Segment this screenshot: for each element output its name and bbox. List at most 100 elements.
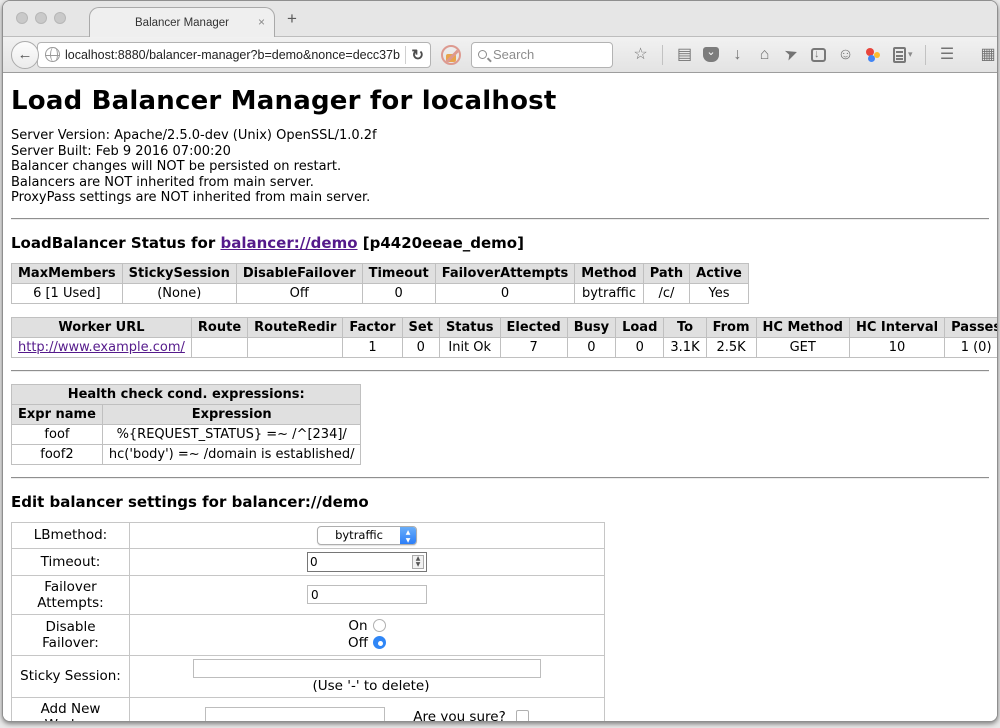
cell-failoverattempts: 0 xyxy=(435,283,575,303)
cell-status: Init Ok xyxy=(439,337,500,357)
table-row: foof2 hc('body') =~ /domain is establish… xyxy=(12,444,361,464)
table-header-row: MaxMembers StickySession DisableFailover… xyxy=(12,263,749,283)
failover-label: Failover Attempts: xyxy=(12,575,130,614)
sticky-session-input[interactable] xyxy=(193,659,541,678)
number-stepper-icon[interactable]: ▲▼ xyxy=(412,555,424,569)
form-row-add-worker: Add New Worker: Are you sure? xyxy=(12,697,605,722)
navigation-toolbar: ← localhost:8880/balancer-manager?b=demo… xyxy=(3,36,997,73)
select-stepper-icon[interactable]: ▲▼ xyxy=(400,527,416,544)
cell-expr-name: foof xyxy=(12,424,103,444)
toolbar-separator xyxy=(662,45,663,65)
cell-worker-url: http://www.example.com/ xyxy=(12,337,192,357)
browser-window: Balancer Manager × + ← localhost:8880/ba… xyxy=(2,0,998,722)
cell-set: 0 xyxy=(402,337,439,357)
col-from: From xyxy=(706,317,756,337)
col-maxmembers: MaxMembers xyxy=(12,263,123,283)
close-window-button[interactable] xyxy=(16,12,28,24)
server-version: Server Version: Apache/2.5.0-dev (Unix) … xyxy=(11,128,989,144)
form-row-disable-failover: Disable Failover: On Off xyxy=(12,614,605,655)
bookmark-star-icon[interactable]: ☆ xyxy=(627,36,654,73)
col-hc-method: HC Method xyxy=(756,317,849,337)
table-header-row: Expr name Expression xyxy=(12,404,361,424)
form-row-sticky: Sticky Session: (Use '-' to delete) xyxy=(12,655,605,697)
downloads-icon[interactable]: ↓ xyxy=(724,36,751,73)
cell-expression: %{REQUEST_STATUS} =~ /^[234]/ xyxy=(102,424,361,444)
table-row: 6 [1 Used] (None) Off 0 0 bytraffic /c/ … xyxy=(12,283,749,303)
minimize-window-button[interactable] xyxy=(35,12,47,24)
col-routeredir: RouteRedir xyxy=(248,317,343,337)
cell-routeredir xyxy=(248,337,343,357)
tab-bar: Balancer Manager × + xyxy=(3,1,997,36)
divider xyxy=(11,370,989,372)
failover-attempts-input[interactable] xyxy=(307,585,427,604)
form-row-timeout: Timeout: 0 ▲▼ xyxy=(12,548,605,575)
cell-to: 3.1K xyxy=(664,337,706,357)
are-you-sure-checkbox[interactable] xyxy=(516,710,529,723)
sticky-hint: (Use '-' to delete) xyxy=(312,678,429,694)
cell-from: 2.5K xyxy=(706,337,756,357)
timeout-input[interactable]: 0 ▲▼ xyxy=(307,552,427,572)
col-disablefailover: DisableFailover xyxy=(236,263,362,283)
add-worker-input[interactable] xyxy=(205,707,385,722)
worker-url-link[interactable]: http://www.example.com/ xyxy=(18,340,185,355)
tab-grid-icon[interactable]: ▦ xyxy=(975,36,998,73)
balancer-demo-link[interactable]: balancer://demo xyxy=(220,234,357,252)
send-icon[interactable]: ➤ xyxy=(772,32,810,76)
tab-close-icon[interactable]: × xyxy=(258,15,265,29)
loadbalancer-status-heading: LoadBalancer Status for balancer://demo … xyxy=(11,234,989,252)
col-route: Route xyxy=(191,317,247,337)
back-button[interactable]: ← xyxy=(11,41,39,69)
save-page-icon[interactable] xyxy=(811,48,826,62)
forget-smiley-icon[interactable]: ☺ xyxy=(832,36,859,73)
cell-hc-interval: 10 xyxy=(849,337,944,357)
cell-busy: 0 xyxy=(567,337,615,357)
page-content: Load Balancer Manager for localhost Serv… xyxy=(3,73,997,722)
col-passes: Passes xyxy=(945,317,997,337)
cell-hc-method: GET xyxy=(756,337,849,357)
lbmethod-select[interactable]: bytraffic ▲▼ xyxy=(317,526,417,545)
blocked-content-icon[interactable] xyxy=(441,45,461,65)
table-title-row: Health check cond. expressions: xyxy=(12,384,361,404)
search-bar[interactable]: Search xyxy=(471,42,613,68)
cell-elected: 7 xyxy=(500,337,567,357)
zoom-window-button[interactable] xyxy=(54,12,66,24)
radio-off[interactable] xyxy=(373,636,386,649)
form-row-failover: Failover Attempts: xyxy=(12,575,605,614)
cell-disablefailover: Off xyxy=(236,283,362,303)
col-method: Method xyxy=(575,263,643,283)
col-load: Load xyxy=(616,317,664,337)
col-stickysession: StickySession xyxy=(122,263,236,283)
radio-off-label: Off xyxy=(348,635,368,651)
reload-icon[interactable]: ↻ xyxy=(411,46,426,64)
colored-dots-icon[interactable] xyxy=(864,47,882,63)
col-expr-name: Expr name xyxy=(12,404,103,424)
timeout-label: Timeout: xyxy=(12,548,130,575)
status-heading-suffix: [p4420eeae_demo] xyxy=(358,234,524,252)
pocket-icon[interactable]: ⌄ xyxy=(703,47,719,62)
cell-expr-name: foof2 xyxy=(12,444,103,464)
status-heading-prefix: LoadBalancer Status for xyxy=(11,234,220,252)
divider xyxy=(11,218,989,220)
notice-inherit: Balancers are NOT inherited from main se… xyxy=(11,175,989,191)
dropdown-caret-icon[interactable]: ▾ xyxy=(908,49,913,60)
battery-icon[interactable] xyxy=(893,47,906,63)
form-row-lbmethod: LBmethod: bytraffic ▲▼ xyxy=(12,522,605,548)
col-failoverattempts: FailoverAttempts xyxy=(435,263,575,283)
cell-stickysession: (None) xyxy=(122,283,236,303)
page-title: Load Balancer Manager for localhost xyxy=(11,73,989,116)
new-tab-button[interactable]: + xyxy=(287,9,297,29)
sticky-label: Sticky Session: xyxy=(12,655,130,697)
url-text[interactable]: localhost:8880/balancer-manager?b=demo&n… xyxy=(65,48,400,62)
col-factor: Factor xyxy=(343,317,402,337)
radio-on[interactable] xyxy=(373,619,386,632)
col-active: Active xyxy=(690,263,749,283)
balancer-settings-form: LBmethod: bytraffic ▲▼ Timeout: 0 ▲▼ xyxy=(11,522,605,723)
reading-list-icon[interactable]: ▤ xyxy=(671,36,698,73)
col-hc-interval: HC Interval xyxy=(849,317,944,337)
search-placeholder: Search xyxy=(493,47,534,62)
tab-balancer-manager[interactable]: Balancer Manager × xyxy=(89,7,275,37)
url-bar[interactable]: localhost:8880/balancer-manager?b=demo&n… xyxy=(37,42,431,68)
notice-proxypass: ProxyPass settings are NOT inherited fro… xyxy=(11,190,989,206)
server-info: Server Version: Apache/2.5.0-dev (Unix) … xyxy=(11,128,989,206)
menu-icon[interactable]: ☰ xyxy=(934,36,961,73)
